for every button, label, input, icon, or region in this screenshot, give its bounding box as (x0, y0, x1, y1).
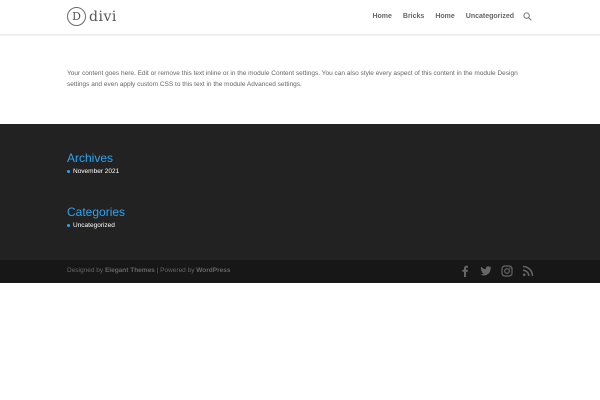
logo-mark: D (67, 7, 86, 26)
categories-list: Uncategorized (67, 222, 115, 229)
instagram-icon[interactable] (501, 265, 513, 277)
bullet-icon (67, 224, 70, 227)
powered-by-label: Powered by (160, 267, 195, 274)
credits-separator: | (156, 267, 159, 274)
archives-title: Archives (67, 151, 114, 165)
nav-item-uncategorized[interactable]: Uncategorized (466, 13, 514, 20)
elegant-themes-link[interactable]: Elegant Themes (105, 267, 155, 274)
nav-item-home[interactable]: Home (372, 13, 391, 20)
social-icons (450, 265, 534, 277)
facebook-icon[interactable] (459, 265, 471, 277)
list-item[interactable]: Uncategorized (67, 222, 115, 229)
rss-icon[interactable] (522, 265, 534, 277)
footer-credits: Designed by Elegant Themes | Powered by … (67, 267, 230, 274)
main-text-module: Your content goes here. Edit or remove t… (67, 70, 518, 88)
nav-item-bricks[interactable]: Bricks (403, 13, 424, 20)
archives-list: November 2021 (67, 168, 119, 175)
main-nav: Home Bricks Home Uncategorized (361, 12, 532, 21)
list-item[interactable]: November 2021 (67, 168, 119, 175)
footer-widgets: Archives November 2021 Categories Uncate… (0, 124, 600, 260)
twitter-icon[interactable] (480, 265, 492, 277)
categories-title: Categories (67, 205, 126, 219)
archive-link[interactable]: November 2021 (73, 168, 119, 175)
footer-bottom-bar: Designed by Elegant Themes | Powered by … (0, 260, 600, 283)
designed-by-label: Designed by (67, 267, 104, 274)
site-logo[interactable]: D divi (67, 7, 117, 26)
search-icon[interactable] (523, 12, 532, 21)
nav-item-home-2[interactable]: Home (435, 13, 454, 20)
bullet-icon (67, 170, 70, 173)
logo-text: divi (89, 8, 117, 25)
wordpress-link[interactable]: WordPress (196, 267, 230, 274)
site-header: D divi Home Bricks Home Uncategorized (0, 0, 600, 35)
category-link[interactable]: Uncategorized (73, 222, 115, 229)
